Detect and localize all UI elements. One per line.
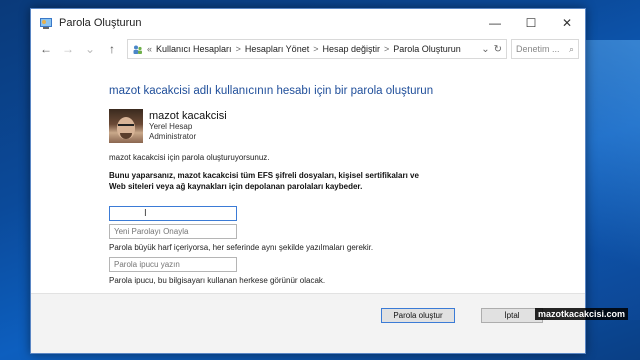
confirm-password-field[interactable] [109, 224, 237, 239]
password-hint-field[interactable] [109, 257, 237, 272]
minimize-button[interactable]: — [477, 9, 513, 37]
breadcrumb-item-manage-accounts[interactable]: Hesapları Yönet [245, 44, 309, 54]
main-content: mazot kacakcisi adlı kullanıcının hesabı… [31, 85, 585, 285]
breadcrumb-item-user-accounts[interactable]: Kullanıcı Hesapları [156, 44, 232, 54]
refresh-icon[interactable]: ↻ [494, 44, 502, 55]
back-button[interactable]: ← [37, 40, 55, 58]
cancel-button[interactable]: İptal [481, 308, 543, 323]
breadcrumb[interactable]: « Kullanıcı Hesapları > Hesapları Yönet … [127, 39, 507, 59]
account-role: Administrator [149, 132, 197, 141]
text-cursor-icon: I [144, 208, 147, 219]
search-placeholder: Denetim ... [516, 44, 560, 54]
user-card: mazot kacakcisi Yerel Hesap Administrato… [109, 109, 585, 143]
forward-button[interactable]: → [59, 40, 77, 58]
hint-visibility-note: Parola ipucu, bu bilgisayarı kullanan he… [109, 276, 326, 285]
user-name: mazot kacakcisi [149, 110, 227, 122]
site-watermark: mazotkacakcisi.com [534, 308, 628, 320]
create-password-button[interactable]: Parola oluştur [381, 308, 455, 323]
breadcrumb-separator[interactable]: > [236, 44, 241, 54]
button-bar: Parola oluştur İptal [31, 293, 585, 353]
address-dropdown-icon[interactable]: ⌄ [481, 44, 489, 55]
search-input[interactable]: Denetim ... ⌕ [511, 39, 579, 59]
page-title: mazot kacakcisi adlı kullanıcının hesabı… [109, 85, 434, 97]
breadcrumb-item-create-password[interactable]: Parola Oluşturun [393, 44, 461, 54]
address-bar: ← → ⌄ ↑ « Kullanıcı Hesapları > Hesaplar… [31, 37, 585, 61]
breadcrumb-item-change-account[interactable]: Hesap değiştir [322, 44, 380, 54]
avatar [109, 109, 143, 143]
case-sensitivity-note: Parola büyük harf içeriyorsa, her seferi… [109, 243, 374, 252]
maximize-button[interactable]: ☐ [513, 9, 549, 37]
breadcrumb-separator[interactable]: > [384, 44, 389, 54]
user-accounts-icon [133, 45, 142, 54]
info-text: mazot kacakcisi için parola oluşturuyors… [109, 153, 270, 162]
create-password-window: Parola Oluşturun — ☐ ✕ ← → ⌄ ↑ « Kullanı… [30, 8, 586, 354]
warning-text: Bunu yaparsanız, mazot kacakcisi tüm EFS… [109, 171, 419, 191]
breadcrumb-separator[interactable]: > [313, 44, 318, 54]
chevron-icon: « [147, 44, 153, 54]
up-button[interactable]: ↑ [103, 40, 121, 58]
new-password-field[interactable]: I [109, 206, 237, 221]
search-icon: ⌕ [568, 43, 574, 54]
title-bar: Parola Oluşturun — ☐ ✕ [31, 9, 585, 37]
window-title: Parola Oluşturun [59, 17, 142, 29]
recent-locations-icon[interactable]: ⌄ [81, 40, 99, 58]
account-type: Yerel Hesap [149, 122, 193, 131]
control-panel-icon [40, 18, 52, 29]
close-button[interactable]: ✕ [549, 9, 585, 37]
